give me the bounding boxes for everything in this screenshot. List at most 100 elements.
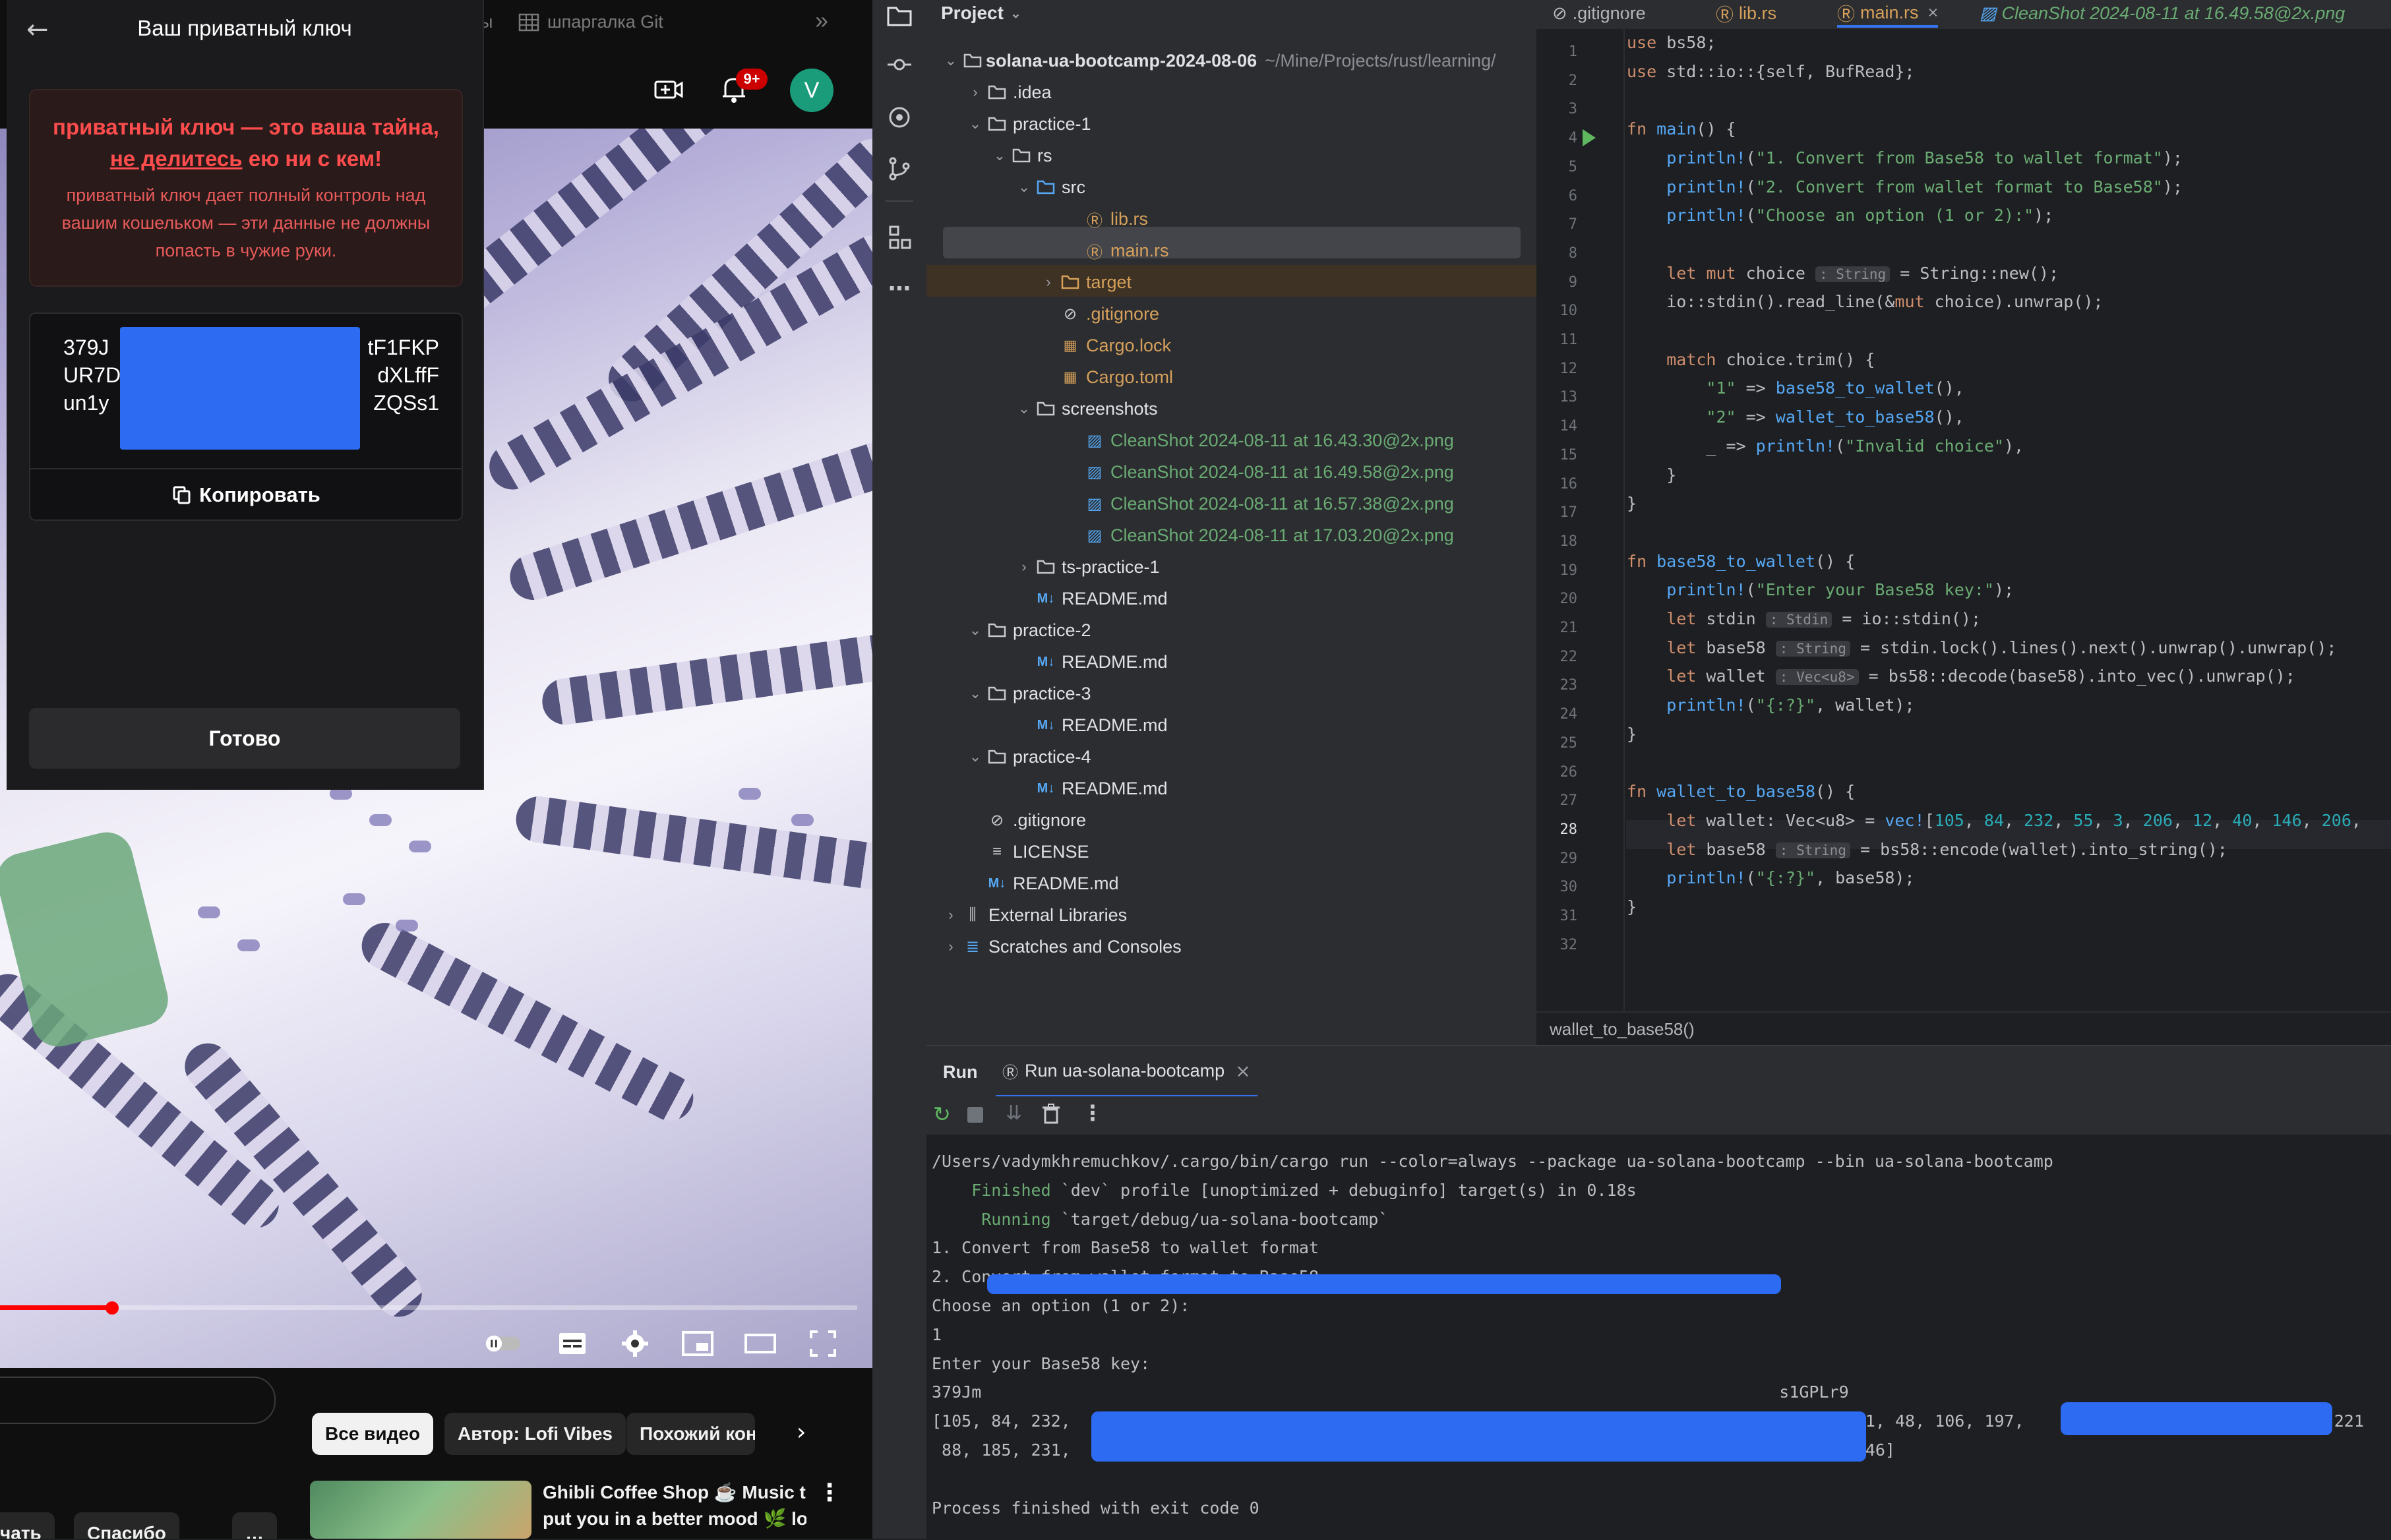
structure-icon[interactable] bbox=[884, 222, 915, 253]
chevron-down-icon[interactable]: ⌄ bbox=[967, 622, 984, 639]
chevron-down-icon[interactable]: ⌄ bbox=[991, 147, 1008, 164]
copy-button[interactable]: Копировать bbox=[30, 468, 462, 521]
tree-root[interactable]: ⌄ solana-ua-bootcamp-2024-08-06 ~/Mine/Pro… bbox=[942, 45, 1496, 76]
tree-item[interactable]: › .idea bbox=[967, 76, 1051, 108]
code-line[interactable]: io::stdin().read_line(&mut choice).unwra… bbox=[1627, 292, 2103, 311]
code-line[interactable]: println!("2. Convert from wallet format … bbox=[1627, 177, 2183, 196]
chevron-right-icon[interactable]: › bbox=[967, 84, 984, 101]
tab-main-rs[interactable]: Ⓡmain.rs × bbox=[1837, 0, 1939, 28]
tree-item[interactable]: ⊘ .gitignore bbox=[967, 804, 1086, 836]
chips-next-icon[interactable]: › bbox=[797, 1419, 823, 1448]
chevron-down-icon[interactable]: ⌄ bbox=[1015, 179, 1033, 196]
tree-item[interactable]: ⊘ .gitignore bbox=[1040, 298, 1159, 330]
tree-item[interactable]: ▦ Cargo.toml bbox=[1040, 361, 1173, 393]
fullscreen-icon[interactable] bbox=[804, 1325, 841, 1362]
tree-item[interactable]: ▨ CleanShot 2024-08-11 at 17.03.20@2x.png bbox=[1064, 519, 1454, 551]
code-line[interactable]: _ => println!("Invalid choice"), bbox=[1627, 436, 2024, 456]
tree-item[interactable]: M↓ README.md bbox=[967, 868, 1119, 899]
code-line[interactable]: println!("{:?}", base58); bbox=[1627, 868, 1914, 887]
tree-item[interactable]: ≡ LICENSE bbox=[967, 836, 1089, 868]
tree-item[interactable]: › ⫼ External Libraries bbox=[942, 899, 1127, 931]
tree-item[interactable]: ⌄ src bbox=[1015, 171, 1085, 203]
tree-item[interactable]: ⌄ practice-1 bbox=[967, 108, 1091, 140]
code-line[interactable]: fn wallet_to_base58() { bbox=[1627, 782, 1855, 801]
chip-author[interactable]: Автор: Lofi Vibes bbox=[444, 1413, 626, 1455]
create-video-icon[interactable] bbox=[653, 74, 684, 105]
tree-item[interactable]: ▨ CleanShot 2024-08-11 at 16.43.30@2x.png bbox=[1064, 425, 1454, 456]
tree-item[interactable]: ▦ Cargo.lock bbox=[1040, 330, 1171, 361]
code-line[interactable]: "2" => wallet_to_base58(), bbox=[1627, 407, 1964, 427]
more-pill[interactable]: … bbox=[232, 1512, 277, 1539]
subtitles-icon[interactable] bbox=[554, 1325, 591, 1362]
browser-tab[interactable]: шпаргалка Git bbox=[547, 12, 663, 32]
video-progress-track[interactable] bbox=[0, 1305, 857, 1310]
more-tools-icon[interactable]: ⋯ bbox=[884, 273, 915, 305]
comment-input[interactable] bbox=[0, 1377, 276, 1424]
chevron-down-icon[interactable]: ⌄ bbox=[967, 748, 984, 765]
code-line[interactable]: } bbox=[1627, 725, 1637, 744]
tree-item[interactable]: Ⓡmain.rs bbox=[1064, 235, 1169, 266]
run-config-tab[interactable]: Ⓡ Run ua-solana-bootcamp × bbox=[996, 1046, 1257, 1098]
tree-item[interactable]: ▨ CleanShot 2024-08-11 at 16.49.58@2x.png bbox=[1064, 456, 1454, 488]
tree-item[interactable]: Ⓡlib.rs bbox=[1064, 203, 1148, 235]
share-pill[interactable]: чать bbox=[0, 1512, 55, 1539]
kebab-menu-icon[interactable]: ⋮ bbox=[818, 1479, 841, 1506]
chevron-right-icon[interactable]: › bbox=[1040, 274, 1057, 291]
thanks-pill[interactable]: Спасибо bbox=[74, 1512, 179, 1539]
chevron-down-icon[interactable]: ⌄ bbox=[967, 115, 984, 133]
chevron-down-icon[interactable]: ⌄ bbox=[1015, 400, 1033, 417]
git-branch-icon[interactable] bbox=[884, 153, 915, 185]
tree-item[interactable]: M↓ README.md bbox=[1015, 709, 1168, 741]
tree-item[interactable]: M↓ README.md bbox=[1015, 646, 1168, 678]
warning-link[interactable]: не делитесь bbox=[110, 146, 243, 171]
code-line[interactable]: fn main() { bbox=[1627, 119, 1736, 138]
tab-lib-rs[interactable]: Ⓡlib.rs bbox=[1716, 0, 1776, 26]
code-line[interactable]: println!("1. Convert from Base58 to wall… bbox=[1627, 148, 2183, 167]
rerun-icon[interactable]: ↻ bbox=[933, 1102, 951, 1127]
more-tabs-icon[interactable]: » bbox=[815, 7, 828, 34]
chevron-right-icon[interactable]: › bbox=[1015, 558, 1033, 576]
chevron-right-icon[interactable]: › bbox=[942, 938, 959, 955]
code-line[interactable]: let base58 : String = stdin.lock().lines… bbox=[1627, 638, 2336, 657]
tab-gitignore[interactable]: ⊘ .gitignore bbox=[1552, 0, 1646, 26]
rust-crate-icon[interactable] bbox=[884, 102, 915, 133]
theater-mode-icon[interactable] bbox=[742, 1325, 779, 1362]
miniplayer-icon[interactable] bbox=[679, 1325, 716, 1362]
stop-icon[interactable] bbox=[967, 1107, 983, 1123]
tab-screenshot[interactable]: ▨ CleanShot 2024-08-11 at 16.49.58@2x.png bbox=[1980, 0, 2345, 26]
tree-item[interactable]: ⌄ practice-4 bbox=[967, 741, 1091, 773]
tree-item[interactable]: ⌄ screenshots bbox=[1015, 393, 1158, 425]
close-tab-icon[interactable]: × bbox=[1928, 3, 1939, 23]
code-line[interactable]: match choice.trim() { bbox=[1627, 350, 1875, 369]
chevron-right-icon[interactable]: › bbox=[942, 906, 959, 924]
code-line[interactable]: } bbox=[1627, 494, 1637, 513]
progress-scrubber[interactable] bbox=[106, 1301, 119, 1315]
recommended-thumbnail[interactable] bbox=[310, 1481, 531, 1539]
tree-item[interactable]: › ts-practice-1 bbox=[1015, 551, 1159, 583]
settings-gear-icon[interactable] bbox=[617, 1325, 653, 1362]
code-line[interactable]: fn base58_to_wallet() { bbox=[1627, 552, 1855, 571]
code-line[interactable]: let mut choice : String = String::new(); bbox=[1627, 264, 2059, 283]
code-line[interactable]: "1" => base58_to_wallet(), bbox=[1627, 378, 1964, 398]
chevron-down-icon[interactable]: ⌄ bbox=[967, 685, 984, 702]
code-line[interactable]: } bbox=[1627, 465, 1676, 485]
code-line[interactable]: let stdin : Stdin = io::stdin(); bbox=[1627, 609, 1981, 628]
done-button[interactable]: Готово bbox=[29, 708, 460, 769]
avatar[interactable]: V bbox=[790, 69, 833, 112]
code-line[interactable]: let base58 : String = bs58::encode(walle… bbox=[1627, 840, 2227, 859]
tree-item[interactable]: ▨ CleanShot 2024-08-11 at 16.57.38@2x.png bbox=[1064, 488, 1454, 519]
tree-item[interactable]: › target bbox=[1040, 266, 1132, 298]
chip-all-videos[interactable]: Все видео bbox=[312, 1413, 434, 1455]
tree-item[interactable]: ⌄ rs bbox=[991, 140, 1052, 171]
code-line[interactable]: use bs58; bbox=[1627, 33, 1716, 52]
code-line[interactable]: } bbox=[1627, 897, 1637, 916]
tree-item[interactable]: › ≣ Scratches and Consoles bbox=[942, 931, 1181, 962]
tree-item[interactable]: M↓ README.md bbox=[1015, 583, 1168, 614]
scroll-to-end-icon[interactable]: ⇊ bbox=[1006, 1102, 1022, 1125]
breadcrumb-item[interactable]: wallet_to_base58() bbox=[1550, 1019, 1695, 1040]
commit-icon[interactable] bbox=[884, 49, 915, 80]
code-line[interactable]: let wallet: Vec<u8> = vec![105, 84, 232,… bbox=[1627, 811, 2361, 830]
close-run-tab-icon[interactable]: × bbox=[1235, 1060, 1250, 1082]
code-line[interactable]: println!("Enter your Base58 key:"); bbox=[1627, 580, 2014, 599]
chip-similar[interactable]: Похожий конт bbox=[626, 1413, 755, 1455]
